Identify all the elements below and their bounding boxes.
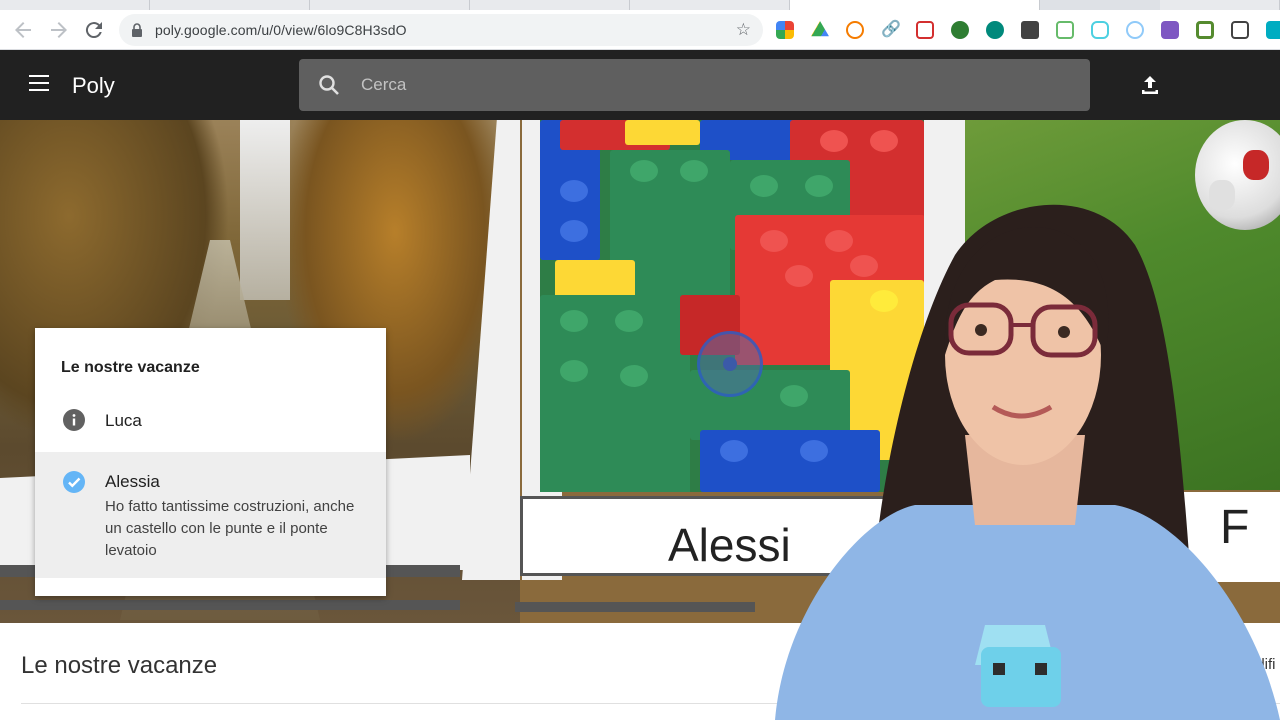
info-icon [63,409,85,431]
app-bar: Poly [0,50,1280,120]
scene-frame-edge [515,602,755,612]
browser-tab[interactable] [0,0,150,10]
presenter-video-overlay [775,204,1280,720]
extension-purple-icon[interactable] [1161,21,1179,39]
extension-green-icon[interactable] [1056,21,1074,39]
tour-title: Le nostre vacanze [21,652,218,679]
browser-tab[interactable] [1160,0,1280,10]
browser-toolbar: poly.google.com/u/0/view/6lo9C8H3sdO ☆ 🔗 [0,10,1280,50]
extension-orange-icon[interactable] [846,21,864,39]
extension-frame-icon[interactable] [1196,21,1214,39]
hamburger-menu-icon[interactable] [29,75,49,91]
popup-item-alessia[interactable]: Alessia Ho fatto tantissime costruzioni,… [35,452,386,578]
popup-item-luca[interactable]: Luca [35,400,386,452]
browser-tab-active[interactable] [790,0,1040,10]
browser-tab[interactable] [630,0,790,10]
browser-tabstrip [0,0,1280,10]
upload-icon[interactable] [1138,73,1162,97]
browser-tab[interactable] [150,0,310,10]
pocket-icon[interactable] [916,21,934,39]
extension-color-icon[interactable] [776,21,794,39]
extension-teal-icon[interactable] [1266,21,1280,39]
browser-tab[interactable] [470,0,630,10]
forward-icon[interactable] [47,18,71,42]
info-hotspot[interactable] [697,331,763,397]
back-icon[interactable] [11,18,35,42]
extension-dark-icon[interactable] [1021,21,1039,39]
address-bar[interactable]: poly.google.com/u/0/view/6lo9C8H3sdO ☆ [119,14,763,46]
url-text[interactable]: poly.google.com/u/0/view/6lo9C8H3sdO [155,22,407,38]
extension-circle-icon[interactable] [1126,21,1144,39]
info-popup: Le nostre vacanze Luca Alessia Ho fatto … [35,328,386,596]
search-icon[interactable] [317,73,341,97]
browser-tab[interactable] [310,0,470,10]
drive-icon[interactable] [811,21,829,37]
check-circle-icon [63,471,85,493]
reader-icon[interactable] [1231,21,1249,39]
reload-icon[interactable] [82,18,106,42]
search-bar[interactable] [299,59,1090,111]
popup-title: Le nostre vacanze [61,359,200,376]
extension-a-icon[interactable] [986,21,1004,39]
star-icon[interactable]: ☆ [736,20,751,40]
lock-icon [132,23,142,37]
brand-logo[interactable]: Poly [72,73,115,99]
link-icon[interactable]: 🔗 [881,21,901,39]
search-input[interactable] [361,72,1061,98]
scene-frame-edge [0,600,460,610]
popup-item-name: Alessia [105,472,160,491]
extension-cyan-icon[interactable] [1091,21,1109,39]
evernote-icon[interactable] [951,21,969,39]
popup-item-description: Ho fatto tantissime costruzioni, anche u… [105,498,355,559]
popup-item-name: Luca [105,411,142,430]
